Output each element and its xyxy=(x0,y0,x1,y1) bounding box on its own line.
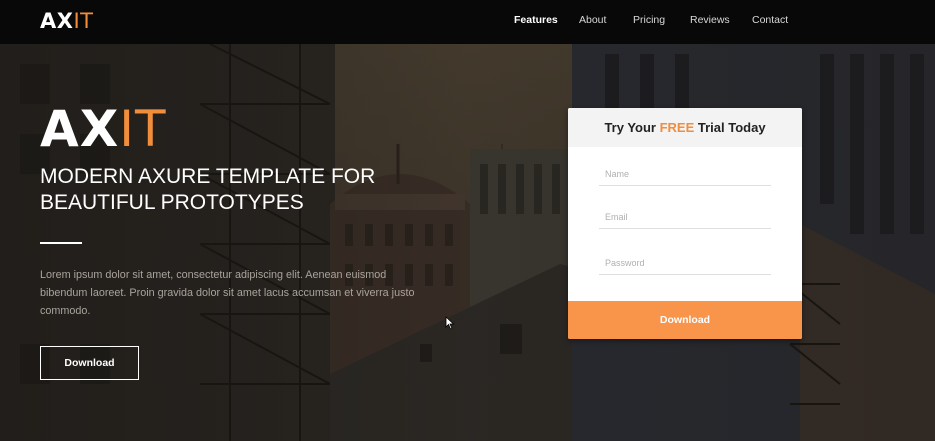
name-input[interactable] xyxy=(599,163,777,185)
trial-title-before: Try Your xyxy=(604,120,660,135)
password-field-wrapper xyxy=(599,252,777,275)
trial-title-free: FREE xyxy=(659,120,695,135)
hero-logo-part-it: IT xyxy=(119,100,167,158)
password-input[interactable] xyxy=(599,252,777,274)
nav-item-pricing[interactable]: Pricing xyxy=(633,14,665,26)
nav-item-features[interactable]: Features xyxy=(514,14,558,26)
hero-divider xyxy=(40,242,82,244)
hero-headline: MODERN AXURE TEMPLATE FOR BEAUTIFUL PROT… xyxy=(40,164,430,216)
trial-signup-card: Try Your FREE Trial Today Download xyxy=(568,108,802,339)
email-field-wrapper xyxy=(599,206,777,229)
logo-part-ax: AX xyxy=(40,9,74,33)
trial-card-title: Try Your FREE Trial Today xyxy=(568,108,802,147)
hero-logo: AXIT xyxy=(40,100,167,158)
nav-item-reviews[interactable]: Reviews xyxy=(690,14,730,26)
name-field-wrapper xyxy=(599,163,777,186)
nav-item-about[interactable]: About xyxy=(579,14,606,26)
mouse-cursor-icon xyxy=(445,316,455,330)
logo-part-it: IT xyxy=(73,9,94,33)
trial-download-button[interactable]: Download xyxy=(568,301,802,339)
hero-description: Lorem ipsum dolor sit amet, consectetur … xyxy=(40,269,415,317)
nav-item-contact[interactable]: Contact xyxy=(752,14,788,26)
hero-logo-part-ax: AX xyxy=(40,100,120,158)
email-input[interactable] xyxy=(599,206,777,228)
logo[interactable]: AXIT xyxy=(40,9,93,33)
trial-title-after: Trial Today xyxy=(694,120,766,135)
hero-headline-line-2: BEAUTIFUL PROTOTYPES xyxy=(40,191,304,214)
hero-download-button[interactable]: Download xyxy=(40,346,139,380)
top-navigation-bar: AXIT Features About Pricing Reviews Cont… xyxy=(0,0,935,44)
hero-headline-line-1: MODERN AXURE TEMPLATE FOR xyxy=(40,165,376,188)
